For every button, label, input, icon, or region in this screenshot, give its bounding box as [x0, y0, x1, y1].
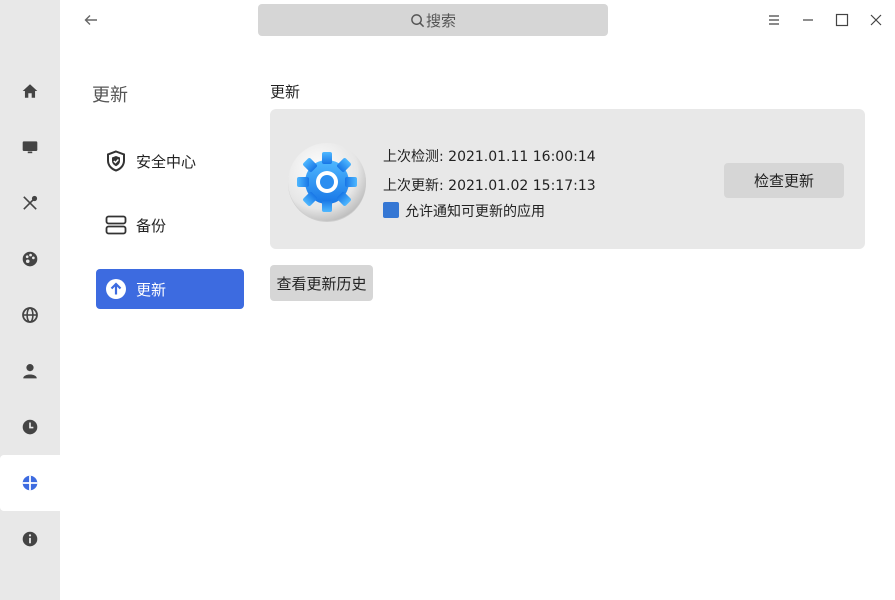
update-status-card: 上次检测: 2021.01.11 16:00:14 上次更新: 2021.01.… — [270, 109, 865, 249]
account-icon — [23, 364, 37, 379]
nav-item-label: 更新 — [136, 280, 167, 299]
tools-icon — [23, 195, 38, 210]
rail-item-account[interactable] — [0, 343, 60, 399]
allow-notify-checkbox[interactable] — [383, 202, 399, 218]
arrow-left-icon — [84, 15, 97, 25]
palette-icon — [22, 251, 38, 267]
minimize-button[interactable] — [798, 10, 818, 30]
rail-item-personalization[interactable] — [0, 231, 60, 287]
category-rail — [0, 0, 60, 600]
back-button[interactable] — [80, 9, 102, 31]
nav-item-security-center[interactable]: 安全中心 — [96, 141, 244, 181]
nav-item-label: 备份 — [136, 216, 167, 235]
menu-button[interactable] — [764, 10, 784, 30]
maximize-icon — [835, 13, 849, 27]
nav-item-update[interactable]: 更新 — [96, 269, 244, 309]
rail-item-about[interactable] — [0, 511, 60, 567]
search-input[interactable]: 搜索 — [258, 4, 608, 36]
close-button[interactable] — [866, 10, 886, 30]
arrow-up-circle-icon — [106, 279, 126, 299]
minimize-icon — [803, 19, 813, 21]
menu-icon — [769, 15, 779, 25]
view-update-history-button[interactable]: 查看更新历史 — [270, 265, 373, 301]
section-title: 更新 — [270, 83, 301, 101]
settings-window: 搜索 更新 安全中心 备份 更新 更新 上次检测: 2021.01.11 16:… — [0, 0, 895, 600]
rail-item-home[interactable] — [0, 63, 60, 119]
check-update-button[interactable]: 检查更新 — [724, 163, 844, 198]
last-check-time: 上次检测: 2021.01.11 16:00:14 — [383, 149, 596, 165]
home-icon — [22, 84, 38, 98]
info-icon — [22, 531, 38, 547]
last-update-time: 上次更新: 2021.01.02 15:17:13 — [383, 178, 596, 194]
nav-title: 更新 — [92, 85, 128, 106]
rail-item-update[interactable] — [0, 455, 60, 511]
display-icon — [22, 141, 38, 154]
rail-item-network[interactable] — [0, 287, 60, 343]
clock-icon — [22, 419, 38, 435]
rail-item-tools[interactable] — [0, 175, 60, 231]
maximize-button[interactable] — [832, 10, 852, 30]
search-placeholder: 搜索 — [425, 11, 456, 30]
nav-item-label: 安全中心 — [136, 152, 197, 171]
update-icon — [22, 475, 38, 491]
rail-item-datetime[interactable] — [0, 399, 60, 455]
update-gear-icon — [288, 143, 366, 222]
backup-icon — [105, 215, 127, 235]
nav-item-backup[interactable]: 备份 — [96, 205, 244, 245]
network-icon — [22, 307, 38, 323]
shield-icon — [107, 150, 125, 172]
allow-notify-label: 允许通知可更新的应用 — [405, 204, 545, 220]
search-icon — [411, 13, 425, 27]
close-icon — [870, 14, 882, 26]
rail-item-display[interactable] — [0, 119, 60, 175]
